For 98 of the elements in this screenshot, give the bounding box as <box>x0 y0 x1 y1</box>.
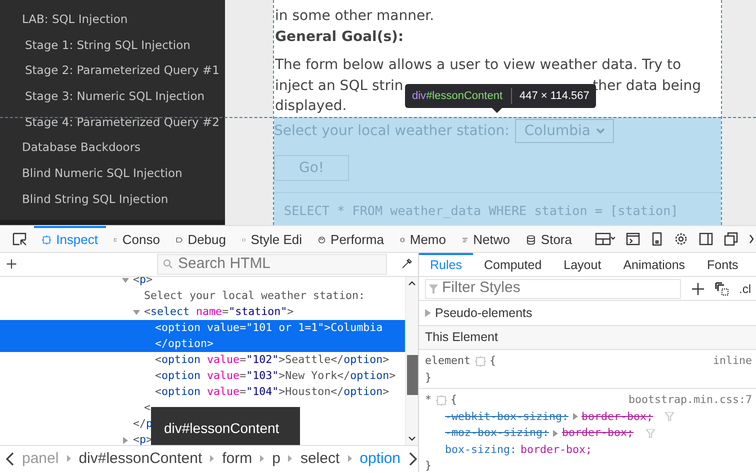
scroll-left-icon[interactable] <box>6 452 14 466</box>
separator-icon <box>260 455 264 462</box>
add-rule-icon[interactable] <box>691 282 705 296</box>
markup-line[interactable]: <option value="101 or 1=1">Columbia <box>155 320 383 334</box>
lesson-heading: General Goal(s): <box>275 28 405 46</box>
sql-query: SELECT * FROM weather_data WHERE station = [station] <box>274 192 721 221</box>
devtools-tab[interactable]: Conso <box>106 226 168 252</box>
chevron-right-icon[interactable] <box>749 234 754 244</box>
tooltip-selector: div#lessonContent <box>412 88 503 104</box>
windows-icon[interactable] <box>724 232 738 246</box>
rule-selector: * <box>425 392 432 408</box>
sidebar-item[interactable]: Database Backdoors <box>0 135 225 162</box>
brace: { <box>450 392 458 408</box>
sidebar-item[interactable]: Stage 1: String SQL Injection <box>0 32 225 58</box>
rule-selector: element <box>425 353 471 369</box>
collapsed-triangle-icon[interactable] <box>122 436 129 444</box>
property-name[interactable]: box-sizing: <box>445 442 517 458</box>
class-toggle[interactable]: .cl <box>739 280 751 298</box>
selection-highlight[interactable]: <option value="101 or 1=1">Columbia <box>0 320 405 336</box>
sidebar-item[interactable]: LAB: SQL Injection <box>0 7 225 33</box>
separator-icon <box>210 455 214 462</box>
property-name[interactable]: -moz-box-sizing: <box>445 425 550 442</box>
layout-icon[interactable] <box>595 232 615 246</box>
field-label: Select your local weather station: <box>274 122 510 140</box>
expand-triangle-icon <box>553 430 558 437</box>
property-value[interactable]: border-box; <box>562 425 634 442</box>
sidebar-tab[interactable]: Animations <box>612 253 696 276</box>
sidebar-item[interactable]: Blind Numeric SQL Injection <box>0 161 225 187</box>
sidebar-item[interactable]: Stage 4: Parameterized Query #2 <box>0 110 225 136</box>
element-picker-icon[interactable] <box>12 232 28 246</box>
pseudo-elements-toggle[interactable]: Pseudo-elements <box>435 304 532 322</box>
tooltip-size: 447 × 114.567 <box>510 88 590 104</box>
paragraph-text: The form below allows a user to view weather data. Try to <box>275 56 682 75</box>
markup-line[interactable]: <p> <box>133 276 153 286</box>
selection-highlight[interactable]: </option> <box>0 336 405 352</box>
property-name[interactable]: -webkit-box-sizing: <box>445 408 569 425</box>
filter-icon <box>665 412 674 422</box>
expanded-triangle-icon[interactable] <box>122 276 129 284</box>
devtools-tab[interactable]: Memo <box>392 226 454 252</box>
sidebar-tab[interactable]: Rules <box>419 253 473 276</box>
devtools-tab[interactable]: Performa <box>310 226 392 252</box>
devtools-tab[interactable]: Netwo <box>454 226 518 252</box>
breadcrumb[interactable]: p <box>272 448 280 470</box>
markup-line[interactable]: Select your local weather station: <box>144 288 366 302</box>
database-icon <box>526 233 536 247</box>
sidebar-item[interactable]: Stage 2: Parameterized Query #1 <box>0 58 225 84</box>
breadcrumb[interactable]: option <box>360 448 401 470</box>
sidebar-tab[interactable]: Fonts <box>696 253 750 276</box>
breadcrumb[interactable]: select <box>300 448 340 470</box>
filter-icon <box>429 284 438 293</box>
markup-line[interactable]: <select name="station"> <box>144 304 294 318</box>
property-value[interactable]: border-box; <box>520 442 592 458</box>
search-field[interactable]: Search HTML <box>157 254 387 275</box>
filter-field[interactable]: Filter Styles <box>425 278 681 299</box>
separator-icon <box>66 455 71 462</box>
markup-line[interactable]: <option value="102">Seattle</option> <box>155 352 390 366</box>
phone-icon[interactable] <box>651 232 663 246</box>
sidebar-item[interactable]: Stage 3: Numeric SQL Injection <box>0 84 225 110</box>
paragraph-text: displayed. <box>275 97 347 116</box>
devtools-tab[interactable]: Style Edi <box>234 226 310 252</box>
console-panel-icon[interactable] <box>626 232 640 246</box>
scrollbar-thumb[interactable] <box>407 354 418 395</box>
section-header: This Element <box>419 326 756 350</box>
devtools-tab[interactable]: Stora <box>518 226 580 252</box>
sidebar-icon[interactable] <box>699 232 713 246</box>
markup-line[interactable]: < <box>144 400 151 414</box>
separator-icon <box>348 455 352 462</box>
rule-source[interactable]: bootstrap.min.css:7 <box>628 392 756 408</box>
inspector-icon <box>42 233 52 247</box>
markup-line[interactable]: <option value="103">New York</option> <box>155 368 396 382</box>
separator-icon <box>288 455 292 462</box>
add-icon[interactable] <box>6 257 17 272</box>
rule-source[interactable]: inline <box>712 353 756 370</box>
paragraph-text: inject an SQL strin <box>275 76 404 96</box>
pseudo-class-icon[interactable] <box>715 282 729 296</box>
scroll-right-icon[interactable] <box>408 452 417 466</box>
sidebar-tab[interactable]: Computed <box>472 253 553 276</box>
expanded-triangle-icon[interactable] <box>133 308 140 316</box>
breadcrumb[interactable]: div#lessonContent <box>78 448 202 470</box>
filter-icon <box>646 428 655 438</box>
chevron-down-icon <box>596 128 606 134</box>
devtools-tab[interactable]: Debug <box>168 226 234 252</box>
sidebar-item[interactable]: Blind String SQL Injection <box>0 186 225 212</box>
lesson-text: in some other manner. <box>275 7 436 26</box>
expand-triangle-icon <box>572 413 578 420</box>
brace: } <box>425 370 432 386</box>
breadcrumb[interactable]: form <box>222 448 252 470</box>
scroll-down-icon[interactable] <box>408 436 416 441</box>
markup-line[interactable]: </option> <box>155 336 214 350</box>
scroll-up-icon[interactable] <box>408 280 416 286</box>
search-icon <box>163 259 173 270</box>
brace: } <box>425 458 432 472</box>
sidebar-tab[interactable]: Layout <box>552 253 612 276</box>
node-tooltip: div#lessonContent <box>151 406 300 445</box>
brace: { <box>490 353 496 369</box>
property-value[interactable]: border-box; <box>582 408 654 425</box>
markup-line[interactable]: <option value="104">Houston</option> <box>155 384 390 398</box>
settings-icon[interactable] <box>674 232 688 246</box>
